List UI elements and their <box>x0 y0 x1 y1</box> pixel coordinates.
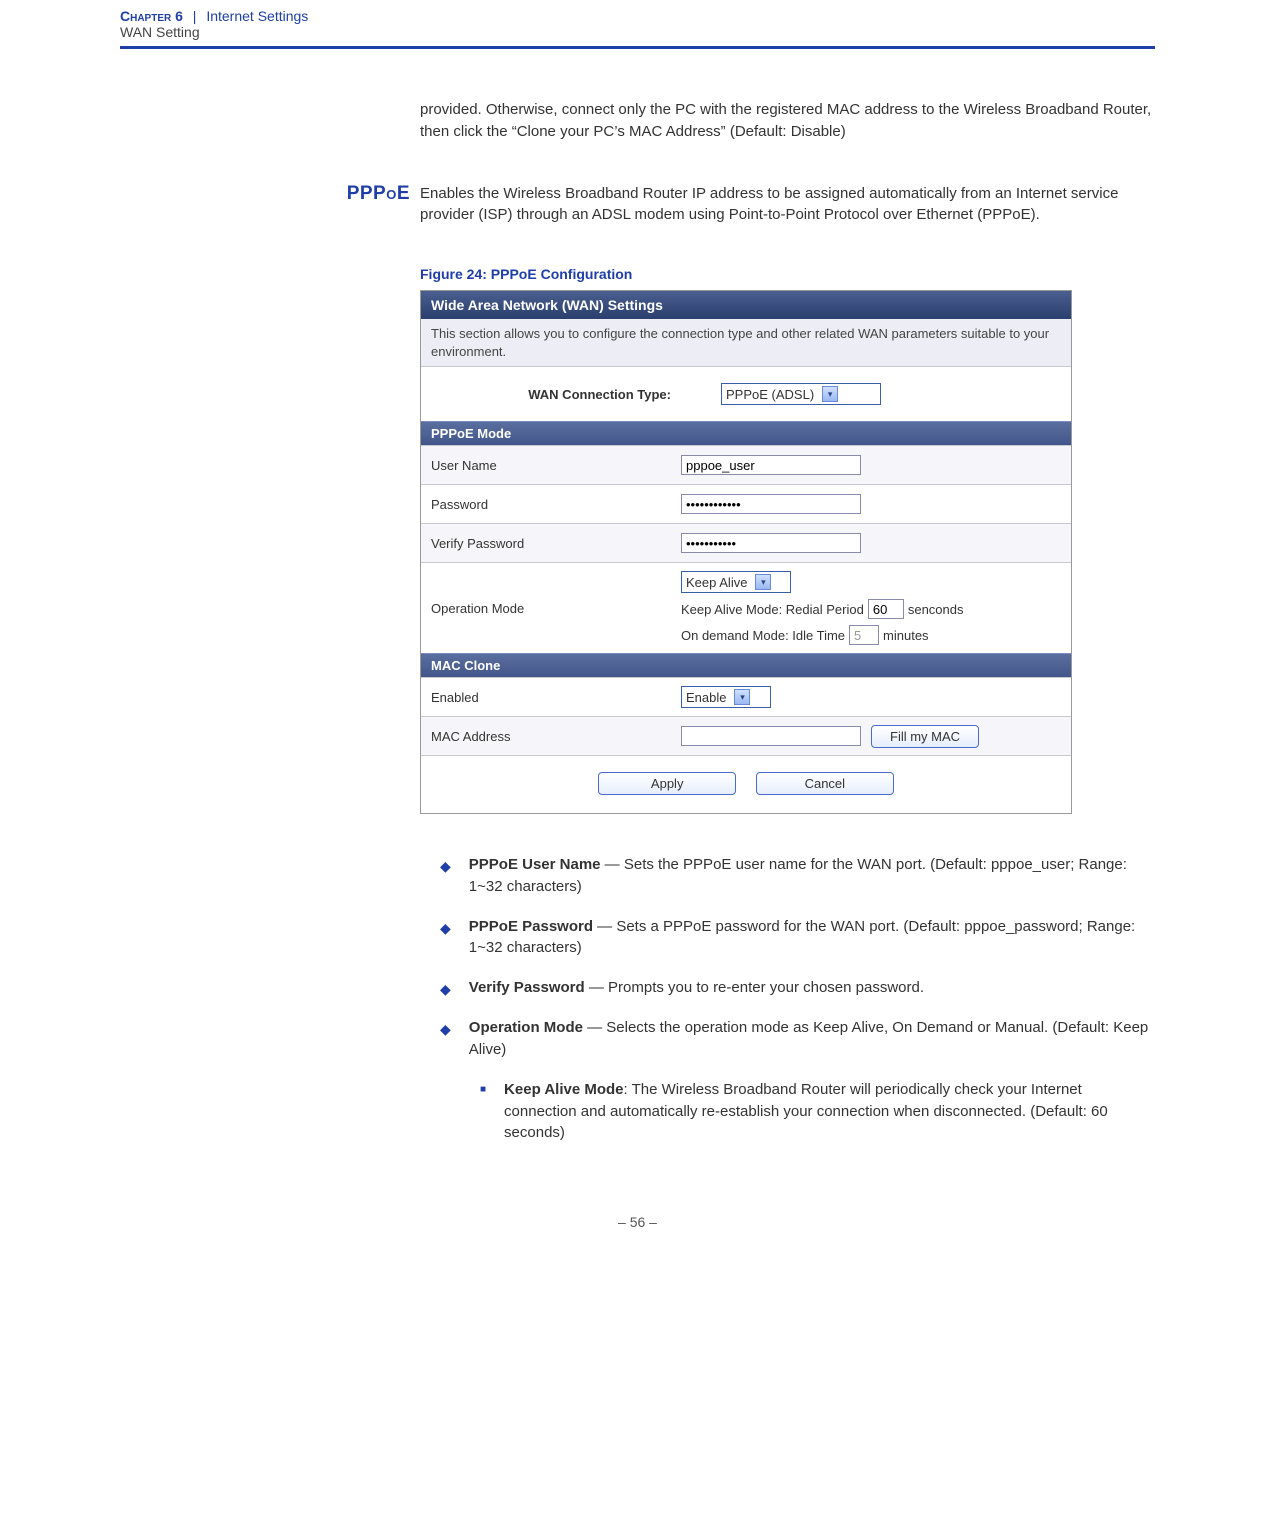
idle-time-input <box>849 625 879 645</box>
fill-my-mac-button[interactable]: Fill my MAC <box>871 725 979 748</box>
square-bullet-icon: ■ <box>480 1083 486 1144</box>
ondemand-text-b: minutes <box>883 628 929 643</box>
bullet-verify-password: ◆ Verify Password — Prompts you to re-en… <box>440 977 1155 999</box>
page-header: Chapter 6 | Internet Settings WAN Settin… <box>120 0 1155 49</box>
keepalive-text-b: senconds <box>908 602 964 617</box>
bullet-label: Verify Password <box>469 979 585 996</box>
mac-address-input[interactable] <box>681 726 861 746</box>
wan-conn-type-select[interactable]: PPPoE (ADSL) ▾ <box>721 383 881 405</box>
diamond-bullet-icon: ◆ <box>440 979 451 999</box>
figure-caption: Figure 24: PPPoE Configuration <box>420 266 1155 282</box>
verify-password-label: Verify Password <box>431 536 671 551</box>
bullet-pppoe-password: ◆ PPPoE Password — Sets a PPPoE password… <box>440 916 1155 960</box>
chevron-down-icon: ▾ <box>734 689 750 705</box>
subbullet-label: Keep Alive Mode <box>504 1081 623 1098</box>
continuation-paragraph: provided. Otherwise, connect only the PC… <box>420 99 1155 143</box>
separator: | <box>193 8 197 24</box>
chapter-title: Internet Settings <box>206 8 308 24</box>
cancel-button[interactable]: Cancel <box>756 772 894 795</box>
chapter-subtitle: WAN Setting <box>120 24 1155 40</box>
diamond-bullet-icon: ◆ <box>440 856 451 898</box>
username-input[interactable] <box>681 455 861 475</box>
wan-conn-type-value: PPPoE (ADSL) <box>726 387 814 402</box>
bullet-text: — Prompts you to re-enter your chosen pa… <box>585 979 924 996</box>
operation-mode-select[interactable]: Keep Alive ▾ <box>681 571 791 593</box>
chevron-down-icon: ▾ <box>755 574 771 590</box>
bullet-pppoe-username: ◆ PPPoE User Name — Sets the PPPoE user … <box>440 854 1155 898</box>
redial-period-input[interactable] <box>868 599 904 619</box>
chevron-down-icon: ▾ <box>822 386 838 402</box>
mac-address-label: MAC Address <box>431 729 671 744</box>
bullet-label: PPPoE Password <box>469 918 593 935</box>
keepalive-text-a: Keep Alive Mode: Redial Period <box>681 602 864 617</box>
apply-button[interactable]: Apply <box>598 772 736 795</box>
section-intro: Enables the Wireless Broadband Router IP… <box>420 183 1155 227</box>
wan-settings-screenshot: Wide Area Network (WAN) Settings This se… <box>420 290 1072 814</box>
bullet-label: Operation Mode <box>469 1019 583 1036</box>
verify-password-input[interactable] <box>681 533 861 553</box>
password-input[interactable] <box>681 494 861 514</box>
chapter-label: Chapter 6 <box>120 8 183 24</box>
operation-mode-value: Keep Alive <box>686 575 747 590</box>
operation-mode-label: Operation Mode <box>431 601 671 616</box>
wan-description: This section allows you to configure the… <box>421 319 1071 366</box>
margin-heading-pppoe: PPPoE <box>330 183 410 205</box>
diamond-bullet-icon: ◆ <box>440 1019 451 1061</box>
enabled-label: Enabled <box>431 690 671 705</box>
enabled-value: Enable <box>686 690 726 705</box>
ondemand-text-a: On demand Mode: Idle Time <box>681 628 845 643</box>
bullet-operation-mode: ◆ Operation Mode — Selects the operation… <box>440 1017 1155 1061</box>
page-number: – 56 – <box>120 1214 1155 1230</box>
pppoe-mode-header: PPPoE Mode <box>421 421 1071 445</box>
password-label: Password <box>431 497 671 512</box>
subbullet-keep-alive: ■ Keep Alive Mode: The Wireless Broadban… <box>480 1079 1155 1144</box>
diamond-bullet-icon: ◆ <box>440 918 451 960</box>
wan-title-bar: Wide Area Network (WAN) Settings <box>421 291 1071 319</box>
mac-clone-header: MAC Clone <box>421 653 1071 677</box>
bullet-label: PPPoE User Name <box>469 856 601 873</box>
wan-conn-type-label: WAN Connection Type: <box>431 387 711 402</box>
username-label: User Name <box>431 458 671 473</box>
enabled-select[interactable]: Enable ▾ <box>681 686 771 708</box>
